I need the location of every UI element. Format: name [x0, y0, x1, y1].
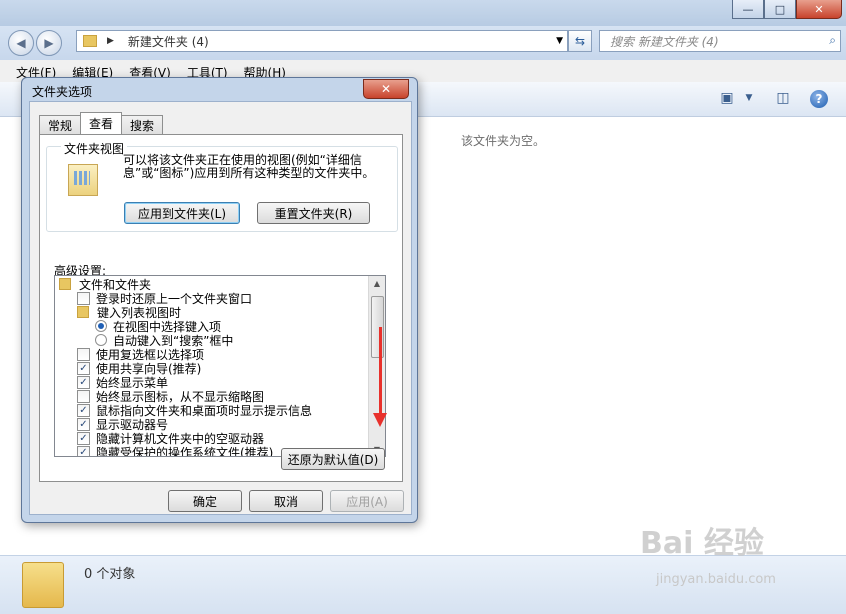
scroll-up-icon[interactable]: ▲ — [369, 276, 385, 290]
folder-view-icon — [68, 164, 98, 196]
address-bar[interactable]: ▶ 新建文件夹 (4) ▼ — [76, 30, 568, 52]
red-annotation-arrow — [373, 327, 387, 427]
view-dropdown-icon[interactable]: ▼ — [740, 90, 758, 106]
item-count: 0 个对象 — [84, 567, 136, 582]
folder-icon — [83, 35, 97, 47]
view-options-icon[interactable]: ▣ — [718, 90, 736, 106]
window-controls: — □ ✕ — [732, 0, 842, 19]
dialog-close-button[interactable]: ✕ — [363, 79, 409, 99]
tab-view[interactable]: 查看 — [80, 112, 123, 134]
cancel-button[interactable]: 取消 — [249, 490, 323, 512]
scroll-thumb[interactable] — [371, 296, 384, 358]
search-input[interactable]: 搜索 新建文件夹 (4) ⌕ — [599, 30, 841, 52]
watermark-logo: Bai 经验 — [640, 526, 764, 561]
radio-button[interactable] — [95, 320, 107, 332]
folder-icon — [59, 278, 71, 290]
reset-folders-button[interactable]: 重置文件夹(R) — [257, 202, 370, 224]
dialog-body: 常规 查看 搜索 文件夹视图 可以将该文件夹正在使用的视图(例如“详细信息”或“… — [29, 101, 412, 515]
folder-options-dialog: 文件夹选项 ✕ 常规 查看 搜索 文件夹视图 可以将该文件夹正在使用的视图(例如… — [21, 77, 418, 523]
watermark-url: jingyan.baidu.com — [656, 572, 776, 587]
advanced-settings-list[interactable]: 文件和文件夹 登录时还原上一个文件夹窗口 键入列表视图时 在视图中选择键入项 自动键入到… — [54, 275, 386, 457]
help-icon[interactable]: ? — [810, 90, 828, 108]
checkbox[interactable] — [77, 389, 90, 403]
forward-arrow-icon: ▶ — [44, 36, 54, 50]
dialog-title: 文件夹选项 — [32, 85, 93, 99]
forward-button[interactable]: ▶ — [36, 30, 62, 56]
checkbox[interactable]: ✓ — [77, 431, 90, 445]
explorer-titlebar: — □ ✕ — [0, 0, 846, 26]
back-button[interactable]: ◀ — [8, 30, 34, 56]
radio-button[interactable] — [95, 334, 107, 346]
checkbox[interactable] — [77, 291, 90, 305]
checkbox[interactable]: ✓ — [77, 403, 90, 417]
search-placeholder: 搜索 新建文件夹 (4) — [610, 34, 719, 49]
minimize-button[interactable]: — — [732, 0, 764, 19]
breadcrumb[interactable]: 新建文件夹 (4) — [128, 33, 209, 50]
apply-to-folders-button[interactable]: 应用到文件夹(L) — [124, 202, 240, 224]
tree-row[interactable]: ✓ 隐藏受保护的操作系统文件(推荐) — [77, 445, 274, 457]
empty-folder-message: 该文件夹为空。 — [461, 134, 546, 148]
back-arrow-icon: ◀ — [16, 36, 26, 50]
address-dropdown-icon[interactable]: ▼ — [556, 36, 563, 46]
folder-view-description: 可以将该文件夹正在使用的视图(例如“详细信息”或“图标”)应用到所有这种类型的文… — [123, 153, 375, 180]
refresh-icon: ⇆ — [574, 34, 586, 48]
checkbox[interactable]: ✓ — [77, 361, 90, 375]
preview-pane-icon[interactable]: ◫ — [774, 90, 792, 106]
tree-row-label: 隐藏受保护的操作系统文件(推荐) — [96, 445, 274, 457]
tab-general[interactable]: 常规 — [39, 115, 82, 134]
apply-button[interactable]: 应用(A) — [330, 490, 404, 512]
checkbox[interactable]: ✓ — [77, 417, 90, 431]
large-folder-icon — [22, 562, 64, 608]
breadcrumb-chevron-icon: ▶ — [107, 36, 114, 46]
maximize-button[interactable]: □ — [764, 0, 796, 19]
checkbox[interactable] — [77, 347, 90, 361]
refresh-button[interactable]: ⇆ — [568, 30, 592, 52]
restore-defaults-button[interactable]: 还原为默认值(D) — [281, 448, 385, 470]
settings-scrollbar[interactable]: ▲ ▼ — [368, 276, 385, 456]
checkbox[interactable]: ✓ — [77, 375, 90, 389]
search-icon[interactable]: ⌕ — [829, 33, 836, 48]
checkbox[interactable]: ✓ — [77, 445, 90, 456]
folder-icon — [77, 306, 89, 318]
tab-strip: 常规 查看 搜索 — [39, 112, 164, 134]
folder-view-label: 文件夹视图 — [61, 140, 128, 157]
ok-button[interactable]: 确定 — [168, 490, 242, 512]
close-window-button[interactable]: ✕ — [796, 0, 842, 19]
tab-search[interactable]: 搜索 — [121, 115, 164, 134]
